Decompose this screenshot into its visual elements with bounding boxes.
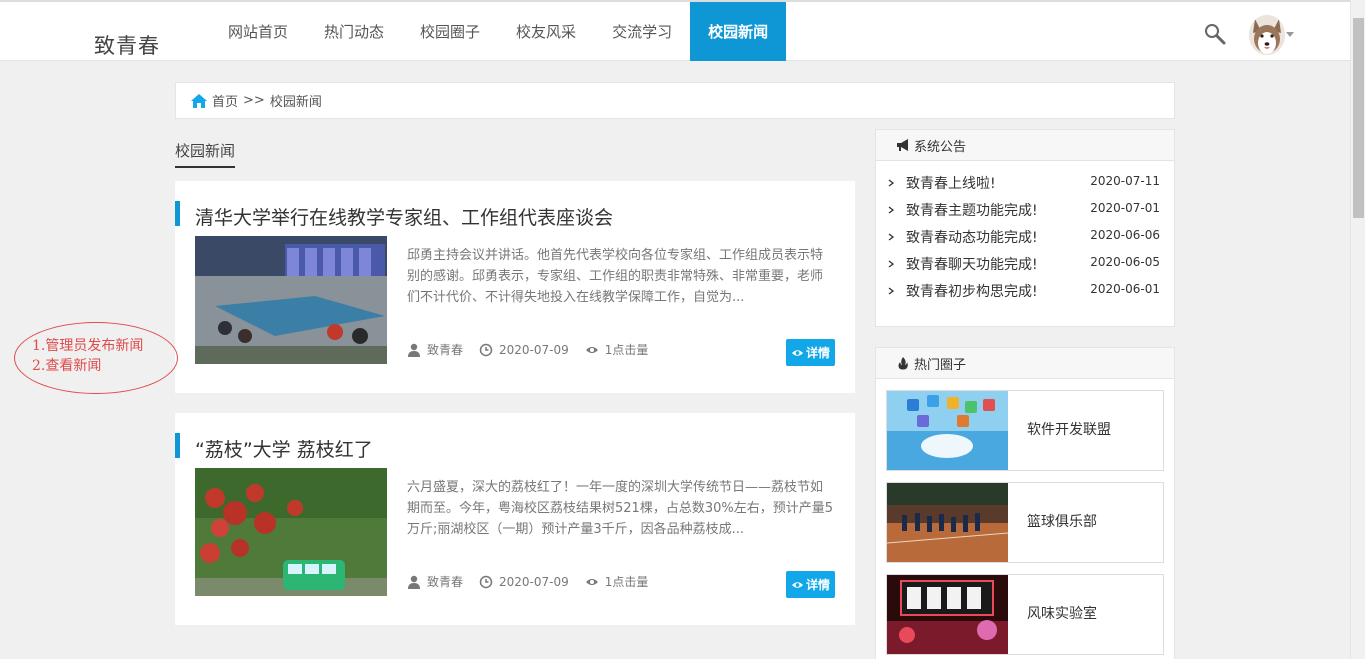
detail-label: 详情 [805,578,830,592]
megaphone-icon [897,138,908,151]
notice-date: 2020-07-01 [1090,201,1160,215]
detail-button[interactable]: 详情 [786,571,835,598]
publish-date: 2020-07-09 [499,574,569,589]
news-summary: 邱勇主持会议并讲话。他首先代表学校向各位专家组、工作组成员表示特别的感谢。邱勇表… [407,248,824,305]
nav-campus-news[interactable]: 校园新闻 [690,2,787,61]
author-name: 致青春 [427,575,464,589]
view-count: 1点击量 [604,575,649,589]
site-header: 致青春 网站首页 热门动态 校园圈子 校友风采 交流学习 校园新闻 [0,2,1350,61]
circle-item[interactable]: 篮球俱乐部 [886,482,1164,563]
breadcrumb: 首页 >> 校园新闻 [175,82,1175,119]
news-thumbnail-meeting[interactable] [195,236,387,364]
system-notice-panel: 系统公告 致青春上线啦! 2020-07-11 致青春主题功能完成! 2020-… [875,129,1175,327]
main-nav: 网站首页 热门动态 校园圈子 校友风采 交流学习 校园新闻 [210,2,787,61]
notice-item[interactable]: 致青春上线啦! 2020-07-11 [876,169,1174,196]
notice-list: 致青春上线啦! 2020-07-11 致青春主题功能完成! 2020-07-01… [876,161,1174,304]
news-title[interactable]: “荔枝”大学 荔枝红了 [195,435,373,462]
annotation-line-2: 2.查看新闻 [32,358,102,374]
clock-icon [479,343,493,356]
scrollbar-thumb[interactable] [1353,18,1364,218]
views-meta: 1点击量 [585,341,649,358]
notice-date: 2020-06-05 [1090,255,1160,269]
eye-icon [585,578,598,585]
user-icon [408,343,420,357]
panel-header: 系统公告 [876,130,1174,161]
news-card: “荔枝”大学 荔枝红了 六月盛夏，深大的荔枝红了！一年一度的深圳大学传统节日——… [175,413,855,625]
breadcrumb-current: 校园新闻 [269,95,322,110]
annotation-line-1: 1.管理员发布新闻 [32,338,144,354]
notice-item[interactable]: 致青春主题功能完成! 2020-07-01 [876,196,1174,223]
title-accent-bar [175,201,180,226]
notice-date: 2020-07-11 [1090,174,1160,188]
hot-circles-panel: 热门圈子 软件开发联盟 篮球俱乐部 风味实验室 [875,347,1175,659]
panel-title: 系统公告 [914,139,967,155]
notice-date: 2020-06-06 [1090,228,1160,242]
author-name: 致青春 [427,343,464,357]
news-card: 清华大学举行在线教学专家组、工作组代表座谈会 邱勇主持会议并讲话。他首先代表学校… [175,181,855,393]
notice-date: 2020-06-01 [1090,282,1160,296]
circle-thumbnail-software [887,391,1008,470]
breadcrumb-home[interactable]: 首页 [212,91,238,110]
nav-campus-circles[interactable]: 校园圈子 [402,2,498,61]
home-icon [191,93,207,108]
publish-date: 2020-07-09 [499,342,569,357]
fire-icon [898,356,908,369]
news-summary: 六月盛夏，深大的荔枝红了！一年一度的深圳大学传统节日——荔枝节如期而至。今年，粤… [407,480,833,537]
annotation-text: 1.管理员发布新闻 2.查看新闻 [32,336,143,376]
notice-text: 致青春聊天功能完成! [906,256,1038,273]
chevron-right-icon [888,205,894,214]
chevron-right-icon [888,232,894,241]
news-meta: 致青春 2020-07-09 1点击量 [407,341,664,358]
panel-title: 热门圈子 [914,357,967,373]
user-icon [408,575,420,589]
chevron-right-icon [888,259,894,268]
view-count: 1点击量 [604,343,649,357]
notice-text: 致青春初步构思完成! [906,283,1038,300]
section-underline [175,166,235,168]
date-meta: 2020-07-09 [479,343,569,357]
notice-text: 致青春动态功能完成! [906,229,1038,246]
circle-name: 软件开发联盟 [1027,422,1111,438]
detail-label: 详情 [805,346,830,360]
author-meta: 致青春 [407,573,463,590]
circle-item[interactable]: 风味实验室 [886,574,1164,655]
circle-thumbnail-basketball [887,483,1008,562]
eye-icon [791,349,804,356]
eye-icon [791,581,804,588]
search-icon[interactable] [1203,22,1227,46]
user-avatar[interactable] [1249,15,1285,55]
nav-learning[interactable]: 交流学习 [594,2,690,61]
news-thumbnail-lychee[interactable] [195,468,387,596]
notice-item[interactable]: 致青春聊天功能完成! 2020-06-05 [876,250,1174,277]
breadcrumb-separator: >> [243,93,265,108]
page-scrollbar[interactable] [1350,0,1365,659]
news-title[interactable]: 清华大学举行在线教学专家组、工作组代表座谈会 [195,203,613,230]
views-meta: 1点击量 [585,573,649,590]
husky-avatar-image [1249,15,1285,55]
chevron-down-icon[interactable] [1286,32,1294,37]
chevron-right-icon [888,286,894,295]
notice-text: 致青春上线啦! [906,175,996,192]
title-accent-bar [175,433,180,458]
chevron-right-icon [888,178,894,187]
nav-hot-posts[interactable]: 热门动态 [306,2,402,61]
panel-header: 热门圈子 [876,348,1174,379]
eye-icon [585,346,598,353]
clock-icon [479,575,493,588]
circle-name: 风味实验室 [1027,606,1097,622]
author-meta: 致青春 [407,341,463,358]
detail-button[interactable]: 详情 [786,339,835,366]
notice-item[interactable]: 致青春初步构思完成! 2020-06-01 [876,277,1174,304]
circle-name: 篮球俱乐部 [1027,514,1097,530]
news-meta: 致青春 2020-07-09 1点击量 [407,573,664,590]
nav-alumni[interactable]: 校友风采 [498,2,594,61]
site-logo[interactable]: 致青春 [94,30,160,60]
nav-home[interactable]: 网站首页 [210,2,306,61]
notice-text: 致青春主题功能完成! [906,202,1038,219]
circle-thumbnail-food [887,575,1008,654]
section-title: 校园新闻 [175,142,236,160]
notice-item[interactable]: 致青春动态功能完成! 2020-06-06 [876,223,1174,250]
circle-item[interactable]: 软件开发联盟 [886,390,1164,471]
date-meta: 2020-07-09 [479,575,569,589]
